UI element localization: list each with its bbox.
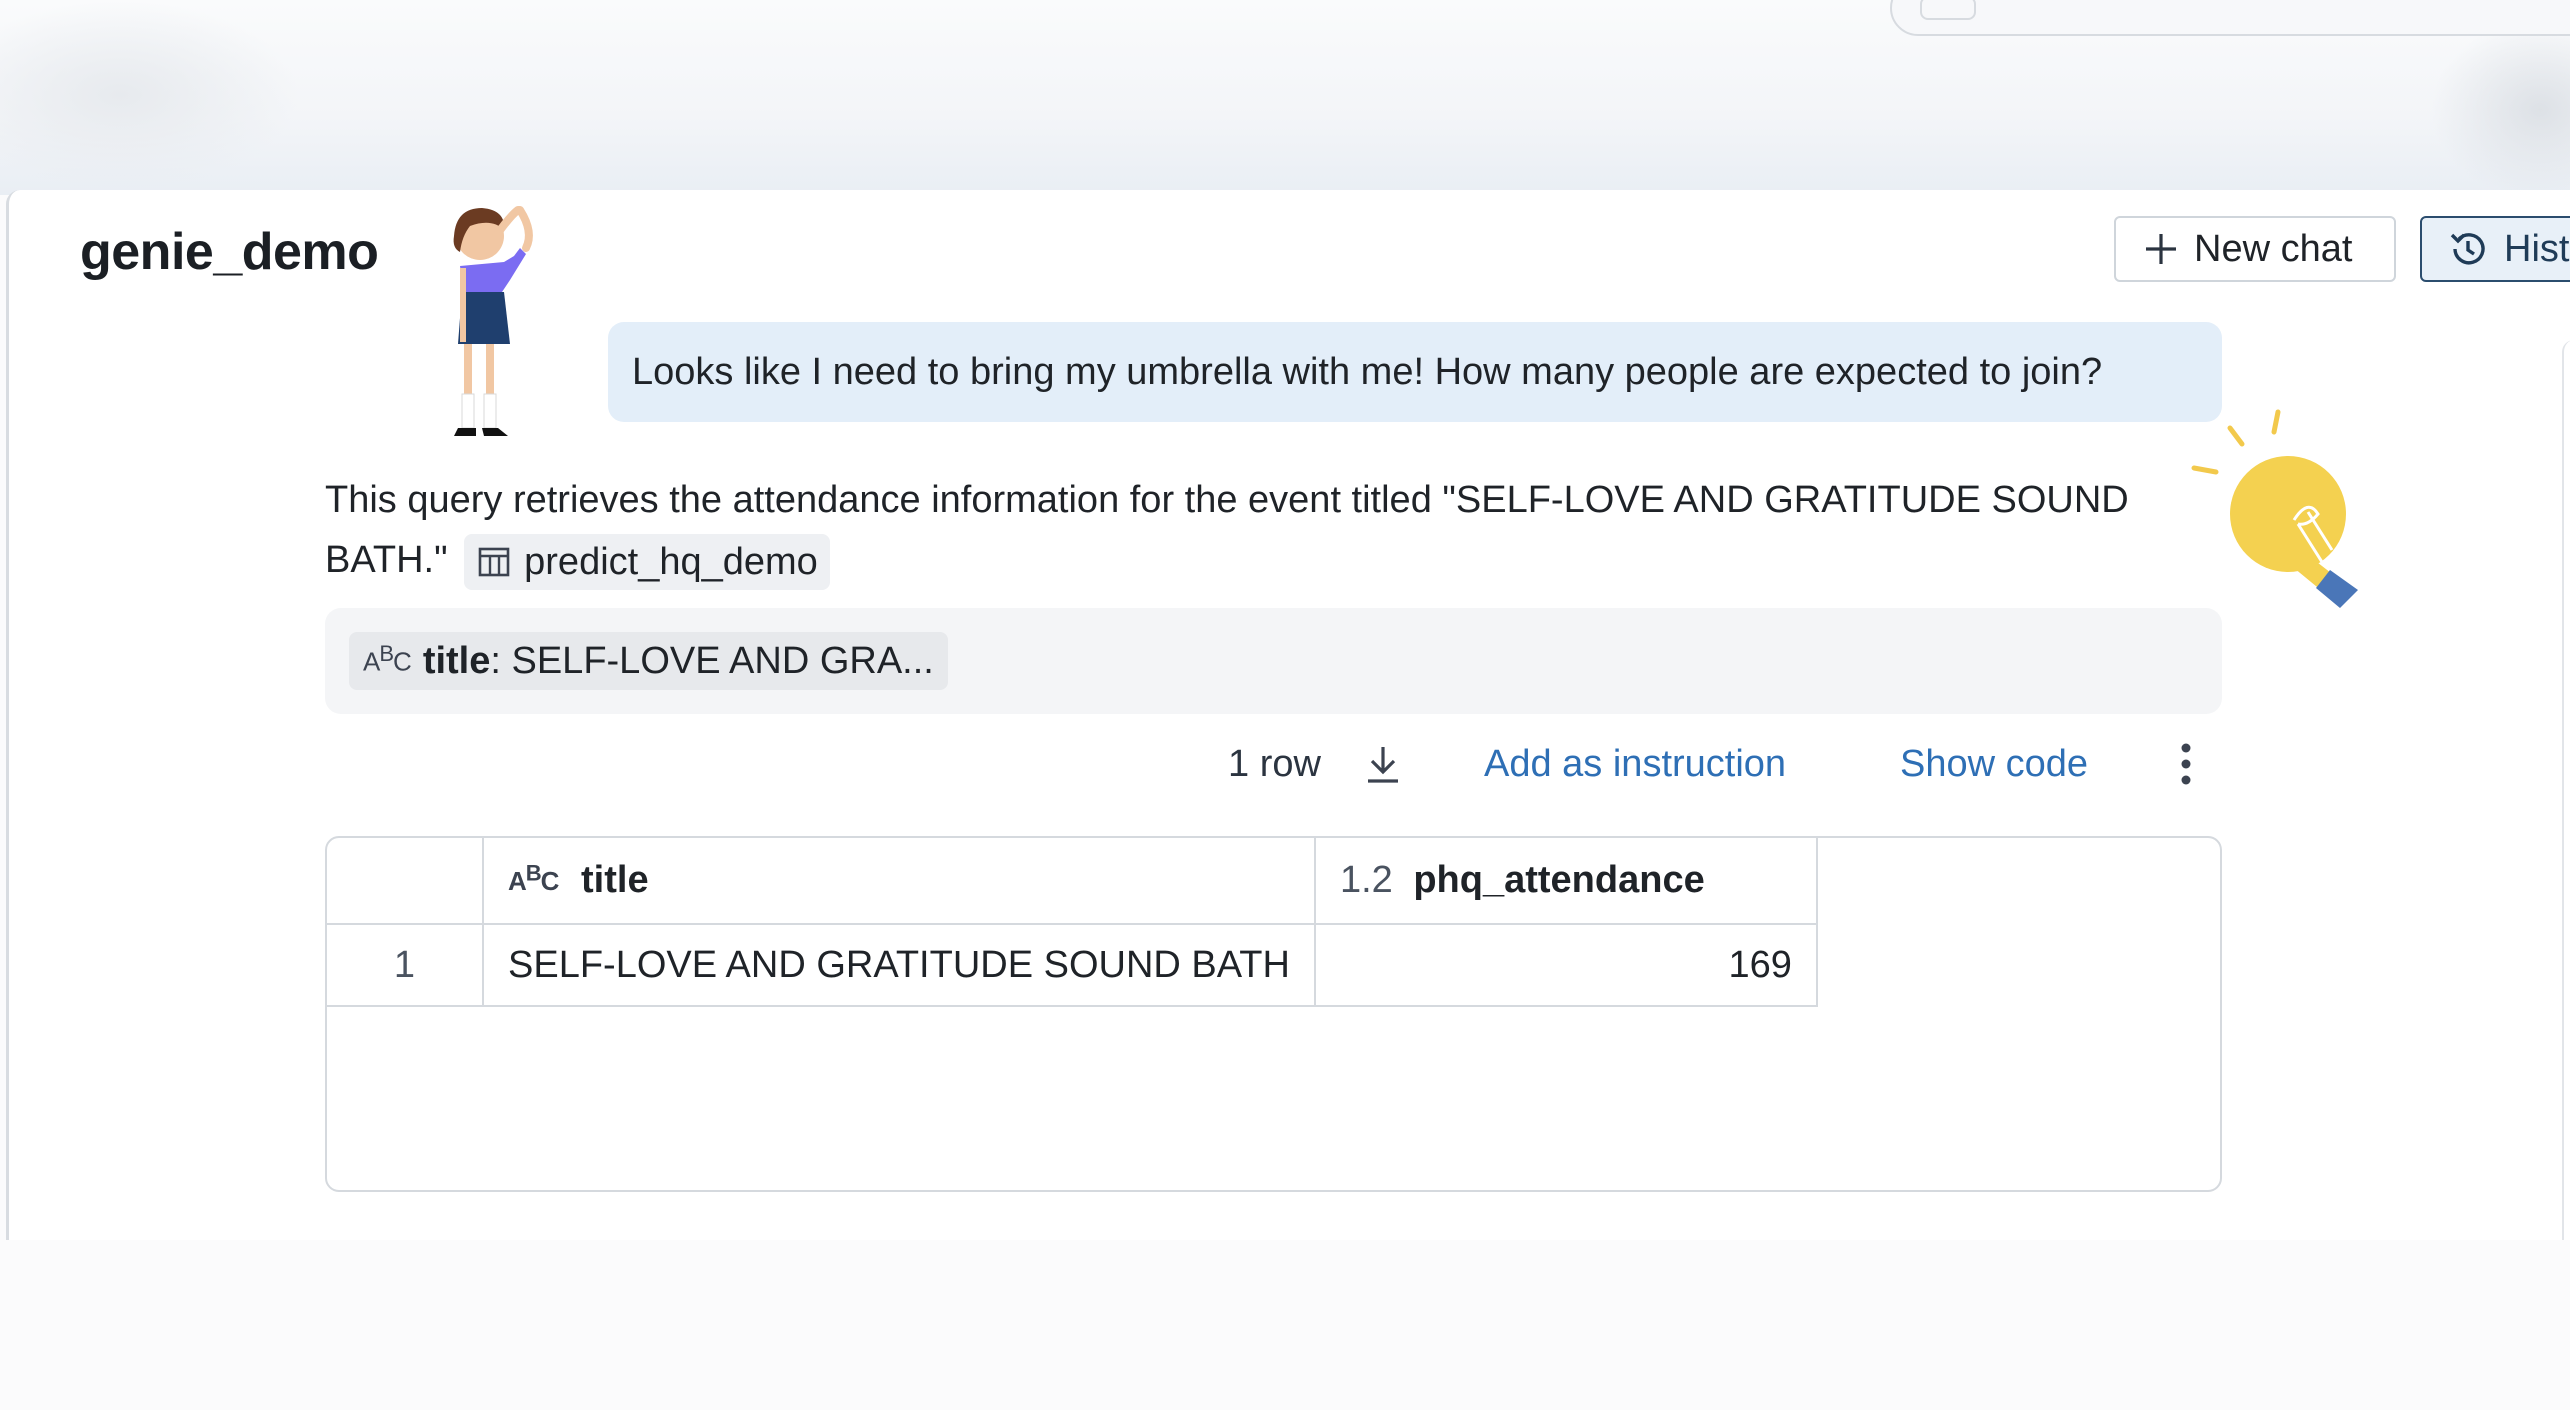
table-row: 1 SELF-LOVE AND GRATITUDE SOUND BATH 169 <box>327 924 1818 1007</box>
new-chat-label: New chat <box>2194 227 2353 270</box>
history-icon <box>2446 227 2490 271</box>
column-header-title[interactable]: ABC title <box>483 838 1316 925</box>
cell-phq-attendance[interactable]: 169 <box>1314 924 1818 1007</box>
filter-value: : SELF-LOVE AND GRA... <box>490 639 934 682</box>
new-chat-button[interactable]: New chat <box>2114 216 2396 282</box>
column-name: phq_attendance <box>1413 859 1705 901</box>
page-title: genie_demo <box>80 223 379 281</box>
download-icon <box>1360 741 1406 787</box>
column-header-phq-attendance[interactable]: 1.2 phq_attendance <box>1314 838 1818 925</box>
more-options-button[interactable] <box>2176 736 2196 792</box>
abc-type-icon: ABC <box>363 641 412 677</box>
backdrop-blob <box>0 0 300 190</box>
row-count: 1 row <box>1228 742 1321 785</box>
girl-illustration <box>453 206 533 436</box>
top-notification-pill <box>1890 0 2570 36</box>
column-name: title <box>581 859 649 901</box>
notification-icon <box>1920 0 1976 20</box>
table-header-row: ABC title 1.2 phq_attendance <box>327 838 1818 925</box>
row-index-header <box>327 838 484 925</box>
lightbulb-illustration <box>2191 409 2358 608</box>
bottom-area <box>0 1240 2570 1410</box>
kebab-menu-icon <box>2179 740 2193 788</box>
source-table-chip[interactable]: predict_hq_demo <box>464 533 830 590</box>
table-icon <box>476 544 512 580</box>
filter-field: title <box>422 639 491 682</box>
abc-type-icon: ABC <box>508 860 559 896</box>
answer-text-block: This query retrieves the attendance info… <box>325 470 2145 590</box>
numeric-type-icon: 1.2 <box>1339 859 1393 901</box>
backdrop-blob-right <box>2430 20 2570 200</box>
result-table-container: ABC title 1.2 phq_attendance 1 SELF-LOVE… <box>325 836 2222 1192</box>
user-message-bubble: Looks like I need to bring my umbrella w… <box>608 322 2222 422</box>
history-label: History <box>2504 227 2570 270</box>
side-panel-edge <box>2562 340 2570 1240</box>
filter-chip-title[interactable]: ABC title : SELF-LOVE AND GRA... <box>349 632 948 690</box>
add-as-instruction-link[interactable]: Add as instruction <box>1484 736 1786 792</box>
source-table-name: predict_hq_demo <box>524 540 818 583</box>
filter-bar: ABC title : SELF-LOVE AND GRA... <box>325 608 2222 714</box>
show-code-link[interactable]: Show code <box>1900 736 2088 792</box>
history-button[interactable]: History <box>2420 216 2570 282</box>
download-button[interactable] <box>1360 736 1406 792</box>
user-message-text: Looks like I need to bring my umbrella w… <box>632 350 2103 393</box>
result-table: ABC title 1.2 phq_attendance 1 SELF-LOVE… <box>327 838 1818 1007</box>
plus-icon <box>2142 230 2180 268</box>
cell-title[interactable]: SELF-LOVE AND GRATITUDE SOUND BATH <box>483 924 1316 1007</box>
row-index: 1 <box>327 924 484 1007</box>
